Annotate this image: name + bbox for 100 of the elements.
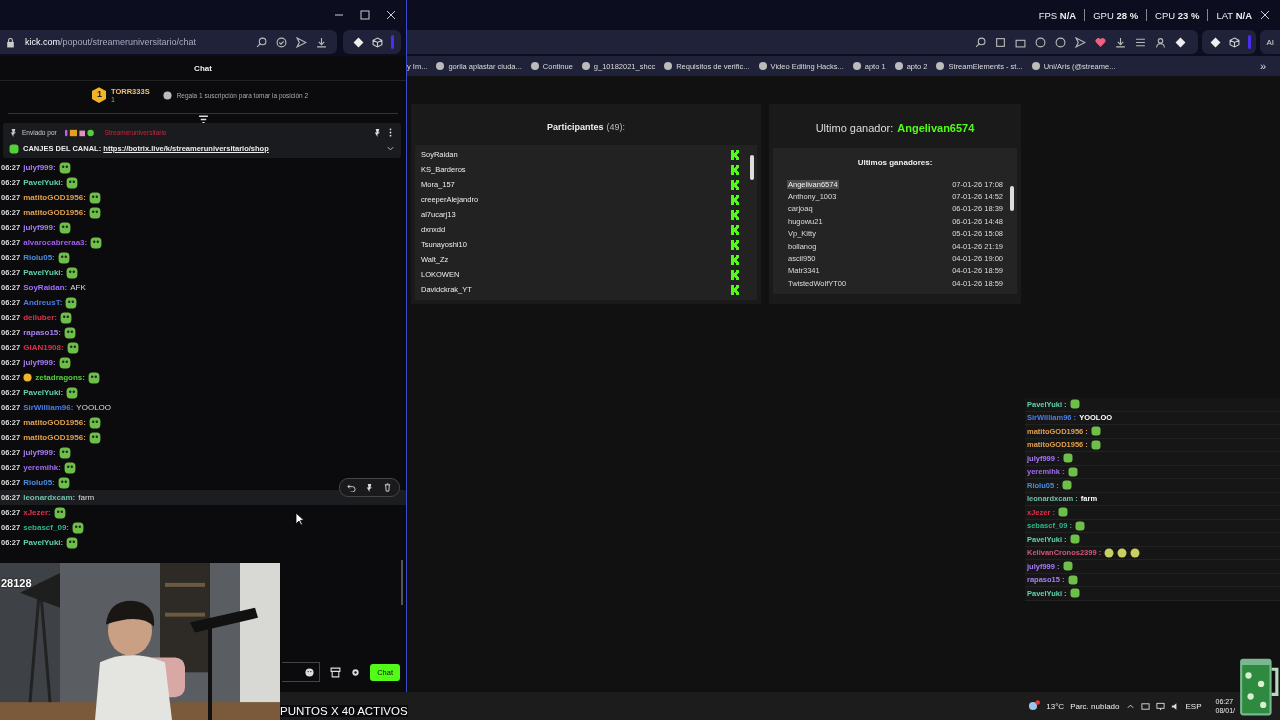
lock-icon	[5, 36, 16, 48]
weather-text: Parc. nublado	[1070, 701, 1120, 711]
emote-icon	[53, 506, 66, 519]
emote-icon	[57, 251, 70, 264]
send-icon[interactable]	[1075, 36, 1087, 48]
sidebar-toggle[interactable]	[1248, 35, 1252, 49]
pin-icon[interactable]	[373, 128, 382, 137]
chat-username[interactable]: PavelYuki:	[23, 268, 64, 277]
cube-icon[interactable]	[1229, 36, 1241, 48]
sidebar-toggle[interactable]	[391, 35, 394, 49]
chat-username[interactable]: alvarocabreraa3:	[23, 238, 88, 247]
close-icon[interactable]	[1260, 10, 1270, 20]
chat-username[interactable]: julyf999:	[23, 223, 56, 232]
chat-username[interactable]: GIAN1908:	[23, 343, 64, 352]
menu-icon[interactable]	[1135, 36, 1147, 48]
viewer-count: 28128	[1, 577, 32, 589]
emote-icon	[88, 371, 100, 384]
emote-icon	[88, 191, 101, 204]
download-icon[interactable]	[316, 36, 327, 48]
kick-icon	[731, 254, 741, 265]
kick-icon	[731, 164, 741, 175]
emote-icon	[58, 446, 71, 459]
heart-icon[interactable]	[1095, 36, 1107, 48]
chat-username[interactable]: yeremihk:	[23, 463, 61, 472]
filter-icon[interactable]	[197, 114, 209, 125]
emote-icon	[1061, 480, 1072, 491]
chat-username[interactable]: leonardxcam:	[23, 493, 76, 502]
last-winner: Ultimo ganador: Angelivan6574	[814, 121, 976, 136]
chat-username[interactable]: rapaso15:	[23, 328, 61, 337]
extension-icon[interactable]	[353, 36, 364, 48]
message-text: AFK	[70, 283, 86, 292]
trash-icon[interactable]	[383, 483, 392, 492]
temperature: 13°C	[1046, 701, 1065, 711]
weather-icon	[1026, 700, 1041, 712]
url-text: kick.com/popout/streameruniversitario/chat	[25, 37, 197, 47]
chat-username[interactable]: matitoGOD1956:	[23, 433, 86, 442]
monitor-icon[interactable]	[1155, 701, 1165, 711]
send-icon[interactable]	[296, 36, 307, 48]
emote-icon	[58, 356, 71, 369]
chat-username[interactable]: AndreusT:	[23, 298, 63, 307]
emote-icon	[1075, 520, 1086, 531]
undo-icon[interactable]	[347, 483, 356, 492]
emote-icon	[1062, 453, 1073, 464]
chat-username[interactable]: PavelYuki:	[23, 538, 64, 547]
chat-username[interactable]: xJezer:	[23, 508, 51, 517]
ai-button[interactable]: AI	[1260, 30, 1280, 54]
emote-icon	[66, 386, 79, 399]
search-icon[interactable]	[256, 36, 267, 48]
more-bookmarks-button[interactable]: »	[1259, 60, 1266, 72]
chat-input[interactable]	[282, 662, 321, 682]
message-text: farm	[78, 493, 95, 502]
chat-username[interactable]: julyf999:	[23, 163, 56, 172]
cube-icon[interactable]	[372, 36, 383, 48]
emote-icon	[57, 476, 70, 489]
store-icon[interactable]	[330, 666, 342, 678]
maximize-icon[interactable]	[360, 10, 370, 20]
stat-readout: FPS N/A	[1038, 9, 1077, 21]
emote-icon	[66, 536, 79, 549]
chat-username[interactable]: zetadragons:	[35, 373, 85, 382]
chat-username[interactable]: matitoGOD1956:	[23, 418, 86, 427]
emote-icon	[88, 206, 101, 219]
pin-icon	[9, 128, 18, 137]
chat-username[interactable]: julyf999:	[23, 358, 56, 367]
emote-icon	[1069, 534, 1080, 545]
chat-username[interactable]: Riolu05:	[23, 478, 55, 487]
kick-icon	[731, 209, 741, 220]
download-icon[interactable]	[1115, 36, 1127, 48]
chat-username[interactable]: SoyRaidan:	[23, 283, 68, 292]
profile-icon[interactable]	[1155, 36, 1167, 48]
language-indicator[interactable]: ESP	[1185, 701, 1202, 711]
chat-username[interactable]: deiluber:	[23, 313, 57, 322]
chat-username[interactable]: matitoGOD1956:	[23, 208, 86, 217]
emoji-icon[interactable]	[305, 667, 315, 677]
chat-header: Chat	[0, 56, 406, 81]
chat-username[interactable]: Riolu05:	[23, 253, 55, 262]
kick-icon	[731, 224, 741, 235]
emote-icon	[58, 221, 71, 234]
emote-icon	[64, 461, 76, 474]
chat-username[interactable]: PavelYuki:	[23, 388, 64, 397]
chevron-down-icon[interactable]	[386, 144, 395, 153]
extension-icon[interactable]	[1175, 36, 1187, 48]
kick-icon	[731, 239, 741, 250]
extension-icon[interactable]	[1210, 36, 1222, 48]
close-icon[interactable]	[386, 10, 396, 20]
emote-icon	[59, 311, 72, 324]
search-icon[interactable]	[975, 36, 987, 48]
pin-icon[interactable]	[365, 483, 374, 492]
chat-username[interactable]: julyf999:	[23, 448, 56, 457]
chat-username[interactable]: PavelYuki:	[23, 178, 64, 187]
kick-icon	[731, 179, 741, 190]
chat-username[interactable]: matitoGOD1956:	[23, 193, 86, 202]
chat-username[interactable]: SirWilliam96:	[23, 403, 74, 412]
cursor-icon	[295, 512, 305, 526]
rank-badge-icon	[92, 87, 106, 103]
kick-icon	[731, 194, 741, 205]
emote-icon	[66, 266, 79, 279]
points-banner: PUNTOS X 40 ACTIVOS	[280, 705, 408, 717]
stat-readout: LAT N/A	[1216, 9, 1252, 21]
chat-username[interactable]: sebascf_09:	[23, 523, 69, 532]
address-bar[interactable]: kick.com/popout/streameruniversitario/chat	[0, 30, 337, 54]
